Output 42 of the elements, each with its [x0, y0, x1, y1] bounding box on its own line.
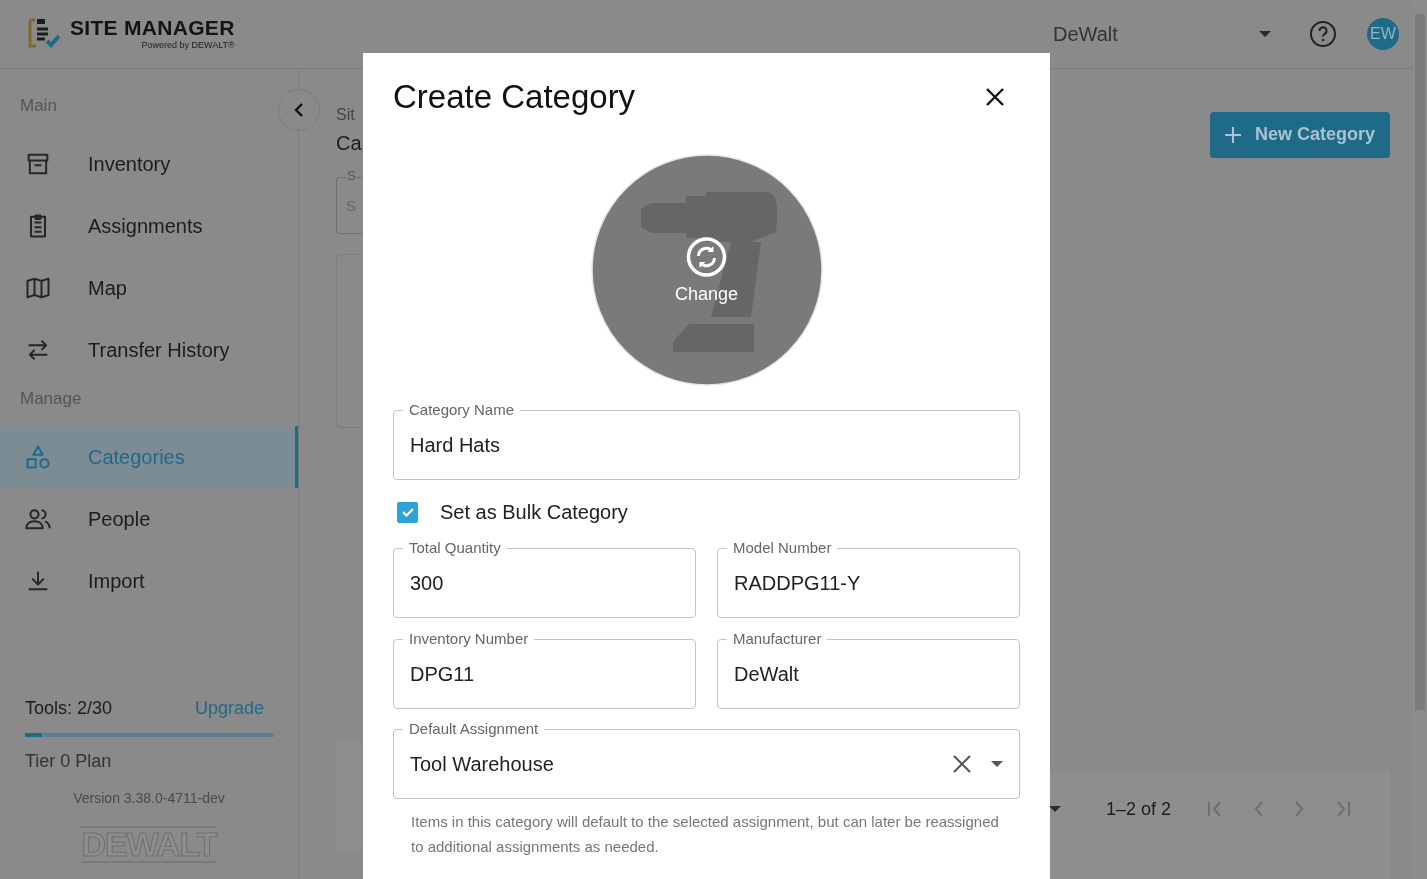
page-range: 1–2 of 2: [1106, 798, 1172, 820]
tagline: Powered by DEWALT®: [141, 40, 235, 50]
dialog-title: Create Category: [393, 78, 636, 116]
previous-page-icon[interactable]: [1253, 801, 1266, 818]
field-value: RADDPG11-Y: [733, 571, 862, 595]
field-value: Hard Hats: [409, 433, 502, 457]
nav-item[interactable]: Inventory: [0, 133, 298, 195]
nav-item[interactable]: Map: [0, 257, 298, 319]
new-category-button[interactable]: New Category: [1210, 112, 1390, 158]
page-title: Ca: [336, 132, 362, 155]
plus-icon: [1224, 126, 1241, 143]
nav-item[interactable]: Import: [0, 550, 298, 612]
refresh-icon: [685, 236, 728, 278]
helper-text: Items in this category will default to the selected assignment, but can later be reassigned to additional assignments as needed.: [410, 812, 1000, 857]
collapse-button[interactable]: [278, 89, 320, 131]
caret-icon: [1259, 31, 1271, 37]
shapes-icon: [24, 443, 52, 471]
field-value: DeWalt: [733, 662, 800, 686]
next-page-icon[interactable]: [1293, 801, 1306, 818]
app-name: SITE MANAGER: [70, 16, 235, 40]
help-icon[interactable]: [1309, 20, 1337, 48]
breadcrumb: Sit: [336, 106, 356, 124]
caret-icon[interactable]: [1049, 806, 1061, 813]
checkbox-label: Set as Bulk Category: [440, 500, 628, 524]
field-value: DPG11: [409, 662, 476, 686]
organization-select[interactable]: DeWalt: [1053, 22, 1271, 46]
caret-icon[interactable]: [991, 761, 1003, 767]
bulk-category-checkbox[interactable]: [397, 501, 418, 523]
version-text: Version 3.38.0-4711-dev: [72, 790, 226, 806]
nav-item[interactable]: Assignments: [0, 195, 298, 257]
close-icon: [986, 88, 1004, 106]
plan-name: Tier 0 Plan: [24, 750, 113, 772]
field-value: Tool Warehouse: [409, 752, 555, 776]
change-image-button[interactable]: Change: [674, 236, 739, 305]
logo-icon: [28, 17, 62, 49]
user-avatar[interactable]: EW: [1367, 18, 1399, 50]
usage-label: Tools: 2/30: [25, 698, 113, 719]
chevron-left-icon: [294, 103, 304, 117]
clear-icon[interactable]: [953, 755, 971, 773]
nav-item[interactable]: People: [0, 488, 298, 550]
nav-item[interactable]: Transfer History: [0, 319, 298, 381]
field-value: 300: [409, 571, 445, 595]
